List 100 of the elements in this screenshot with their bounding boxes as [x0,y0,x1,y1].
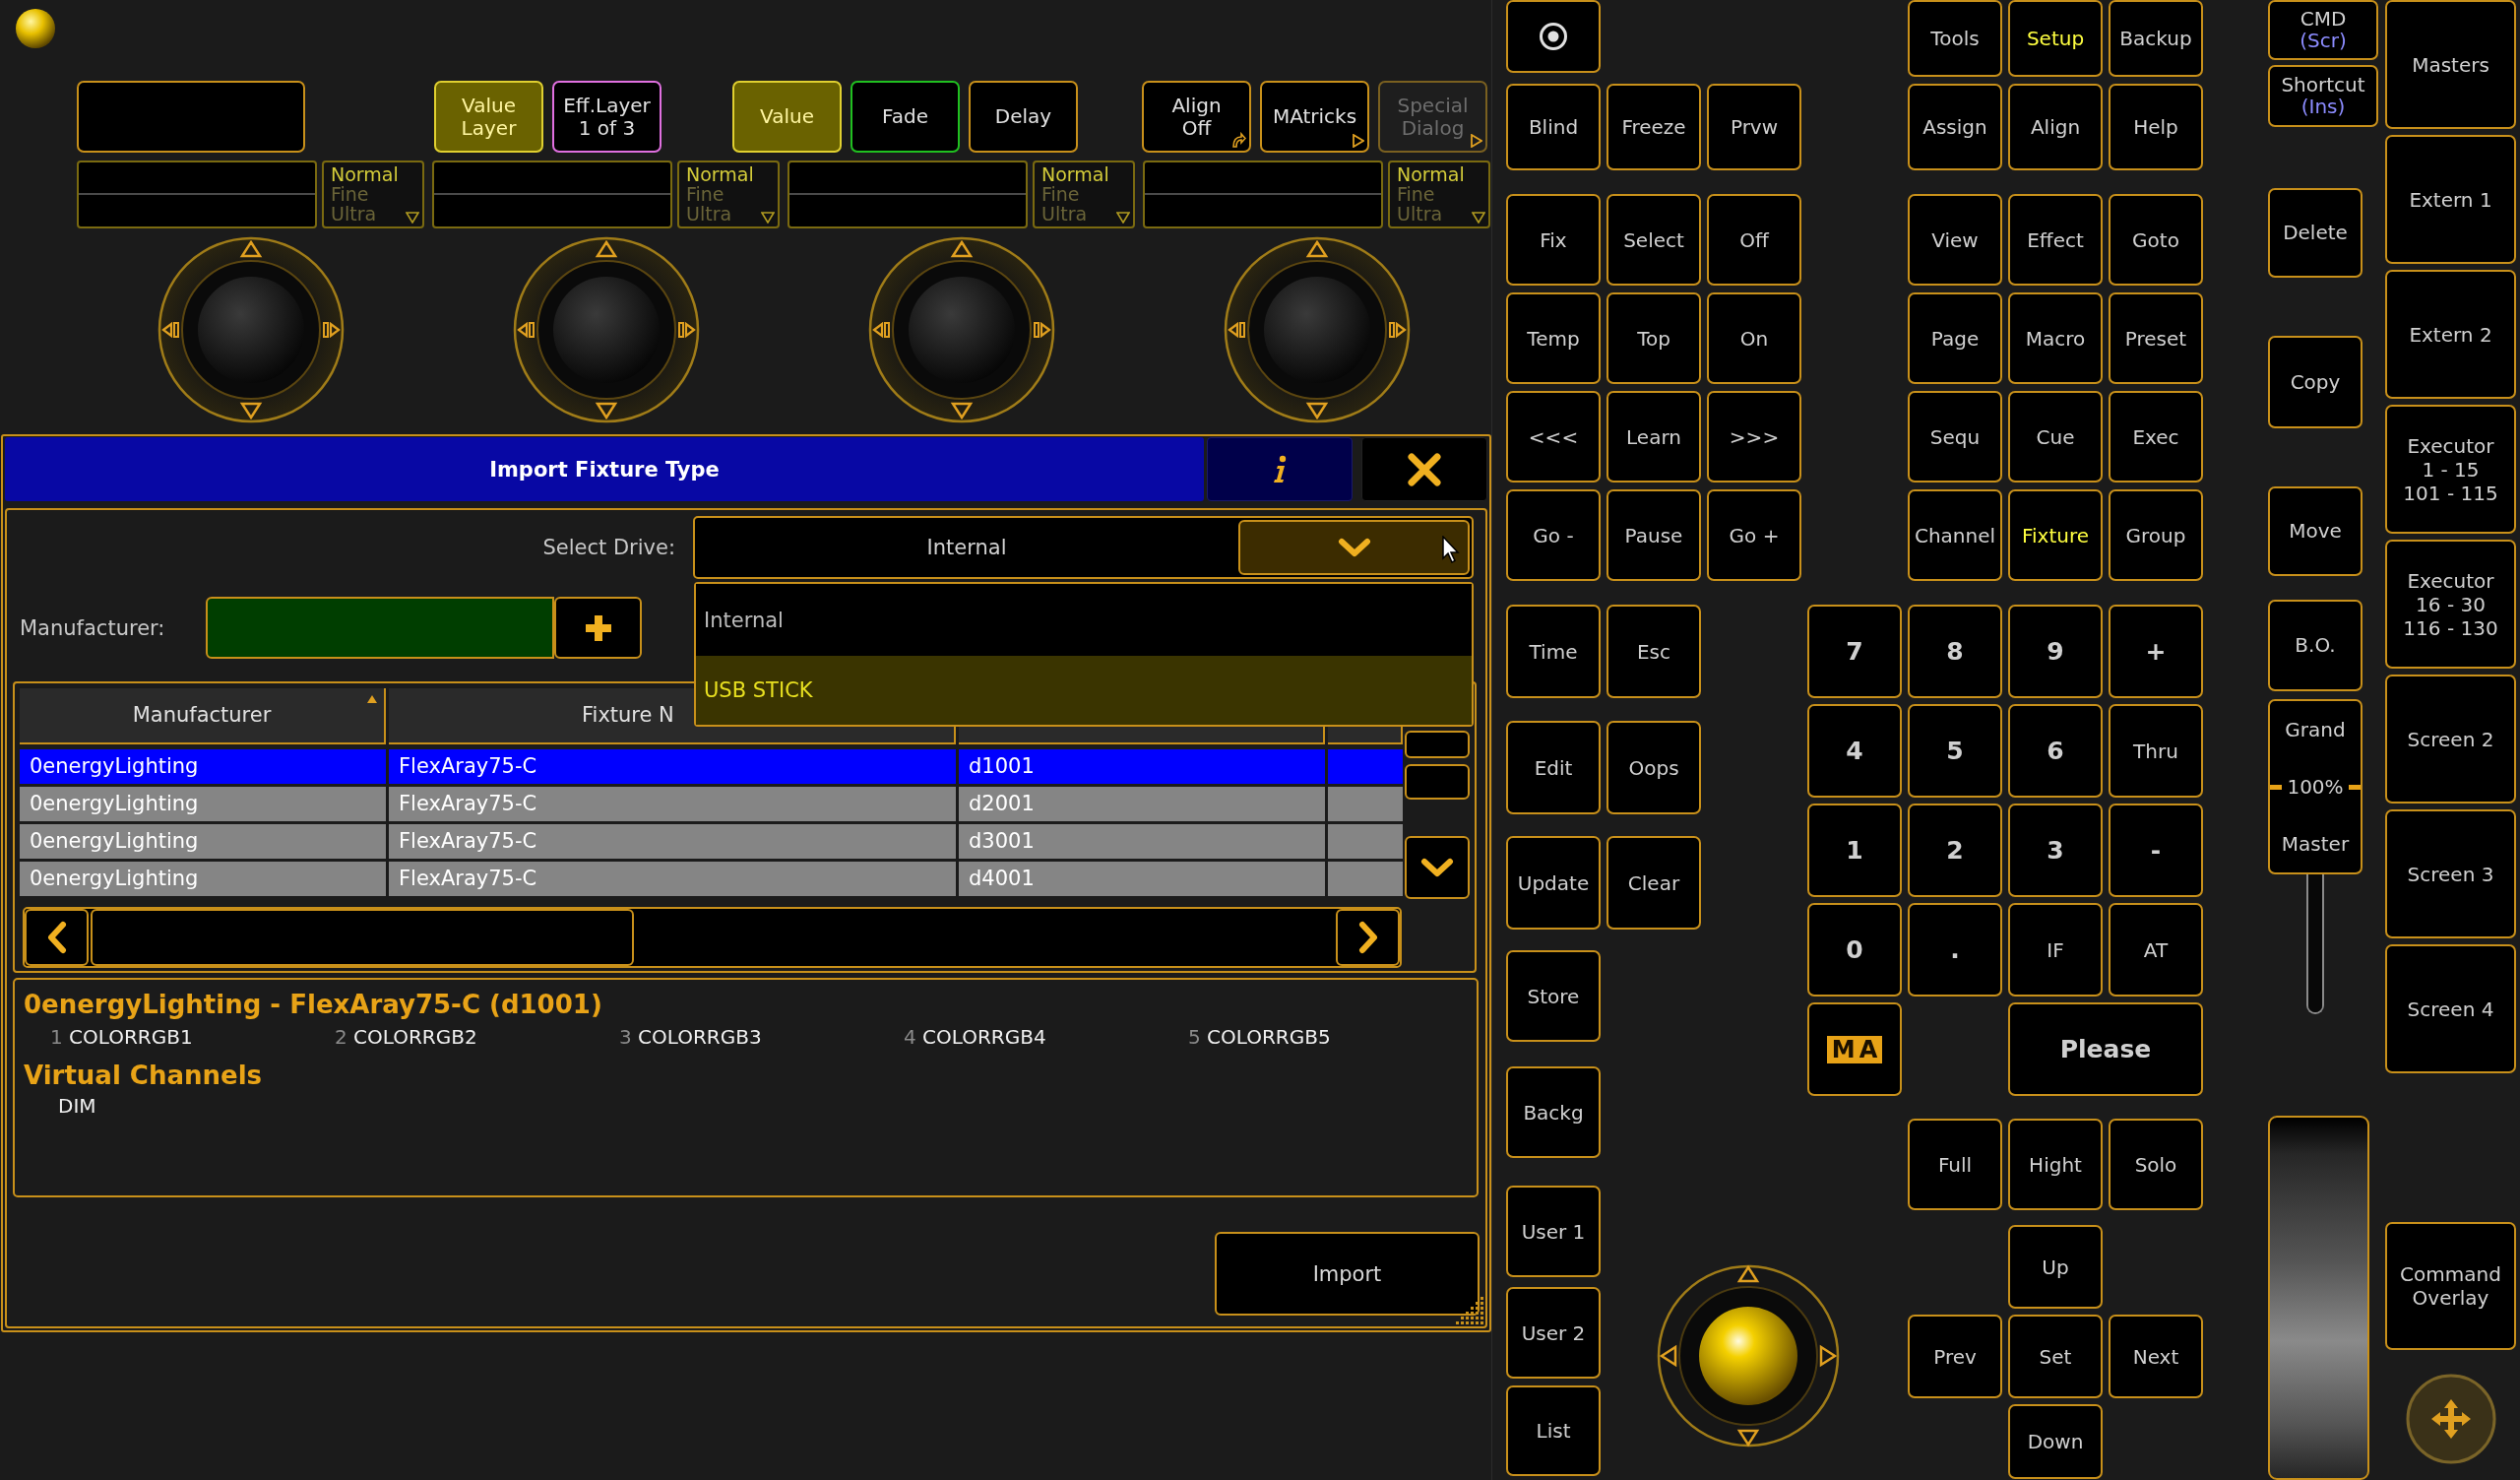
column-header[interactable] [1328,727,1403,744]
console-key[interactable]: User 2 [1506,1287,1601,1379]
table-row[interactable]: 0energyLighting FlexAray75-C d3001 [20,824,1403,859]
console-key[interactable]: Next [2109,1315,2203,1398]
console-key[interactable]: Screen 3 [2385,809,2516,938]
console-key[interactable]: 1 [1807,804,1902,897]
console-key[interactable]: Command Overlay [2385,1222,2516,1350]
encoder-bar-button[interactable]: Eff.Layer 1 of 3 [552,81,662,153]
console-key[interactable]: IF [2008,903,2103,997]
console-key[interactable]: Effect [2008,194,2103,286]
console-key[interactable]: Group [2109,489,2203,581]
column-header[interactable]: Manufacturer [20,688,386,744]
scroll-button[interactable] [1405,764,1470,800]
console-key[interactable]: Channel [1908,489,2002,581]
scroll-right-button[interactable] [1336,909,1400,966]
console-key[interactable]: Learn [1606,391,1701,483]
encoder-bar-button[interactable]: Align Off [1142,81,1251,153]
resolution-selector[interactable]: Normal Fine Ultra [1033,161,1135,228]
console-key[interactable]: Prev [1908,1315,2002,1398]
console-key[interactable]: Screen 2 [2385,675,2516,804]
console-key[interactable]: 4 [1807,704,1902,798]
console-key[interactable]: On [1707,292,1801,384]
console-key[interactable]: AT [2109,903,2203,997]
console-key[interactable]: Masters [2385,0,2516,129]
table-row[interactable]: 0energyLighting FlexAray75-C d1001 [20,749,1403,784]
console-key[interactable]: Clear [1606,836,1701,930]
console-key[interactable]: Go + [1707,489,1801,581]
console-key[interactable]: Freeze [1606,84,1701,170]
console-key[interactable]: Fixture [2008,489,2103,581]
encoder-value-field[interactable] [432,161,672,228]
console-key[interactable]: Preset [2109,292,2203,384]
console-key[interactable]: Delete [2268,187,2362,278]
encoder-value-field[interactable] [77,161,317,228]
console-key[interactable]: Extern 1 [2385,135,2516,264]
encoder-bar-button[interactable]: Delay [969,81,1078,153]
scroll-down-button[interactable] [1405,836,1470,899]
console-key[interactable]: Sequ [1908,391,2002,483]
encoder-bar-button[interactable]: MAtricks [1260,81,1369,153]
console-key[interactable]: Align [2008,84,2103,170]
resize-grip-icon[interactable] [1455,1296,1484,1325]
console-key[interactable]: Blind [1506,84,1601,170]
console-key[interactable]: Top [1606,292,1701,384]
dropdown-option[interactable]: USB STICK [696,656,1472,725]
console-key[interactable]: Esc [1606,605,1701,698]
scroll-up-button[interactable] [1405,731,1470,758]
table-row[interactable]: 0energyLighting FlexAray75-C d2001 [20,787,1403,821]
manufacturer-field[interactable] [206,597,554,659]
scroll-left-button[interactable] [25,909,89,966]
console-key[interactable]: Edit [1506,721,1601,814]
console-key[interactable]: Macro [2008,292,2103,384]
table-row[interactable]: 0energyLighting FlexAray75-C d4001 [20,862,1403,896]
column-title[interactable]: Fixture N [582,703,674,727]
resolution-selector[interactable]: Normal Fine Ultra [322,161,424,228]
target-button[interactable] [1506,0,1601,73]
level-wheel[interactable] [2268,1116,2369,1480]
console-key[interactable]: CMD (Scr) [2268,0,2378,60]
console-key[interactable]: Thru [2109,704,2203,798]
console-key[interactable]: Screen 4 [2385,944,2516,1073]
console-key[interactable]: Page [1908,292,2002,384]
dropdown-arrow-button[interactable] [1238,520,1470,575]
console-key[interactable]: Setup [2008,0,2103,77]
console-key[interactable]: Shortcut (Ins) [2268,64,2378,127]
resolution-selector[interactable]: Normal Fine Ultra [1388,161,1490,228]
console-key[interactable]: Off [1707,194,1801,286]
encoder-value-field[interactable] [788,161,1028,228]
console-key[interactable]: <<< [1506,391,1601,483]
console-key[interactable]: Time [1506,605,1601,698]
console-key[interactable]: 2 [1908,804,2002,897]
console-key[interactable]: Assign [1908,84,2002,170]
console-key[interactable]: Goto [2109,194,2203,286]
console-key[interactable]: Help [2109,84,2203,170]
column-header[interactable] [959,727,1325,744]
console-key[interactable]: Set [2008,1315,2103,1398]
encoder-knob[interactable] [157,236,345,423]
encoder-bar-button[interactable]: Fade [850,81,960,153]
console-key[interactable]: Store [1506,950,1601,1042]
resolution-selector[interactable]: Normal Fine Ultra [677,161,780,228]
console-key[interactable]: Backup [2109,0,2203,77]
console-key[interactable]: Up [2008,1225,2103,1309]
encoder-value-field[interactable] [1143,161,1383,228]
import-button[interactable]: Import [1215,1232,1480,1316]
fader-handle[interactable]: Grand 100% Master [2268,699,2362,874]
console-key[interactable]: Hight [2008,1119,2103,1210]
console-key[interactable]: 6 [2008,704,2103,798]
console-key[interactable]: Fix [1506,194,1601,286]
console-key[interactable]: Update [1506,836,1601,930]
console-key[interactable]: View [1908,194,2002,286]
encoder-knob[interactable] [867,236,1055,423]
console-key[interactable]: Pause [1606,489,1701,581]
console-key[interactable]: User 1 [1506,1186,1601,1277]
console-key[interactable]: Exec [2109,391,2203,483]
console-key[interactable]: 0 [1807,903,1902,997]
scrollbar-track[interactable] [23,907,1402,968]
console-key[interactable]: Select [1606,194,1701,286]
console-key[interactable]: 3 [2008,804,2103,897]
encoder-bar-button[interactable]: Value Layer [434,81,543,153]
logo-key[interactable]: MA [1807,1002,1902,1096]
console-key[interactable]: >>> [1707,391,1801,483]
encoder-bar-button[interactable]: Value [732,81,842,153]
console-key[interactable]: Executor 1 - 15 101 - 115 [2385,405,2516,534]
